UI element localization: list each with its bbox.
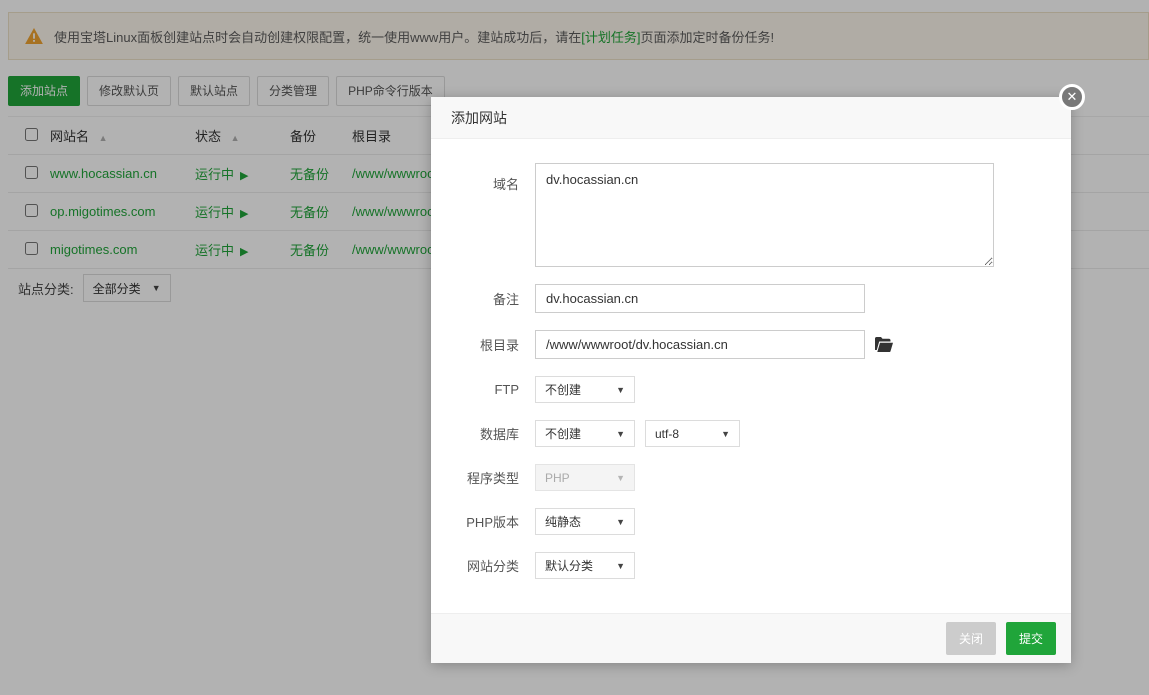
ftp-label: FTP (431, 382, 535, 397)
domain-textarea[interactable]: dv.hocassian.cn (535, 163, 994, 267)
php-version-field-row: PHP版本 纯静态 ▼ (431, 508, 1071, 535)
program-type-label: 程序类型 (431, 468, 535, 487)
close-icon[interactable]: ✕ (1059, 84, 1085, 110)
screen: 使用宝塔Linux面板创建站点时会自动创建权限配置，统一使用www用户。建站成功… (0, 0, 1149, 695)
database-label: 数据库 (431, 424, 535, 443)
charset-select[interactable]: utf-8 ▼ (645, 420, 740, 447)
note-label: 备注 (431, 289, 535, 308)
chevron-down-icon: ▼ (616, 385, 625, 395)
program-type-select: PHP ▼ (535, 464, 635, 491)
note-input[interactable] (535, 284, 865, 313)
chevron-down-icon: ▼ (616, 473, 625, 483)
php-version-select[interactable]: 纯静态 ▼ (535, 508, 635, 535)
database-select[interactable]: 不创建 ▼ (535, 420, 635, 447)
root-dir-field-row: 根目录 (431, 330, 1071, 359)
add-site-modal: ✕ 添加网站 域名 dv.hocassian.cn 备注 根目录 (431, 97, 1071, 663)
site-category-label: 网站分类 (431, 556, 535, 575)
ftp-select[interactable]: 不创建 ▼ (535, 376, 635, 403)
chevron-down-icon: ▼ (721, 429, 730, 439)
site-category-field-row: 网站分类 默认分类 ▼ (431, 552, 1071, 579)
root-dir-input[interactable] (535, 330, 865, 359)
ftp-field-row: FTP 不创建 ▼ (431, 376, 1071, 403)
modal-body: 域名 dv.hocassian.cn 备注 根目录 FTP (431, 139, 1071, 579)
domain-field-row: 域名 dv.hocassian.cn (431, 163, 1071, 267)
charset-select-value: utf-8 (655, 427, 679, 441)
submit-button[interactable]: 提交 (1006, 622, 1056, 655)
database-select-value: 不创建 (545, 425, 581, 442)
chevron-down-icon: ▼ (616, 517, 625, 527)
modal-title: 添加网站 (431, 97, 1071, 139)
program-type-select-value: PHP (545, 471, 570, 485)
program-type-field-row: 程序类型 PHP ▼ (431, 464, 1071, 491)
folder-open-icon[interactable] (875, 337, 893, 352)
php-version-select-value: 纯静态 (545, 513, 581, 530)
site-category-select[interactable]: 默认分类 ▼ (535, 552, 635, 579)
database-field-row: 数据库 不创建 ▼ utf-8 ▼ (431, 420, 1071, 447)
domain-label: 域名 (431, 163, 535, 193)
chevron-down-icon: ▼ (616, 429, 625, 439)
site-category-select-value: 默认分类 (545, 557, 593, 574)
ftp-select-value: 不创建 (545, 381, 581, 398)
note-field-row: 备注 (431, 284, 1071, 313)
modal-footer: 关闭 提交 (431, 613, 1071, 663)
root-dir-label: 根目录 (431, 335, 535, 354)
chevron-down-icon: ▼ (616, 561, 625, 571)
close-button[interactable]: 关闭 (946, 622, 996, 655)
php-version-label: PHP版本 (431, 512, 535, 531)
